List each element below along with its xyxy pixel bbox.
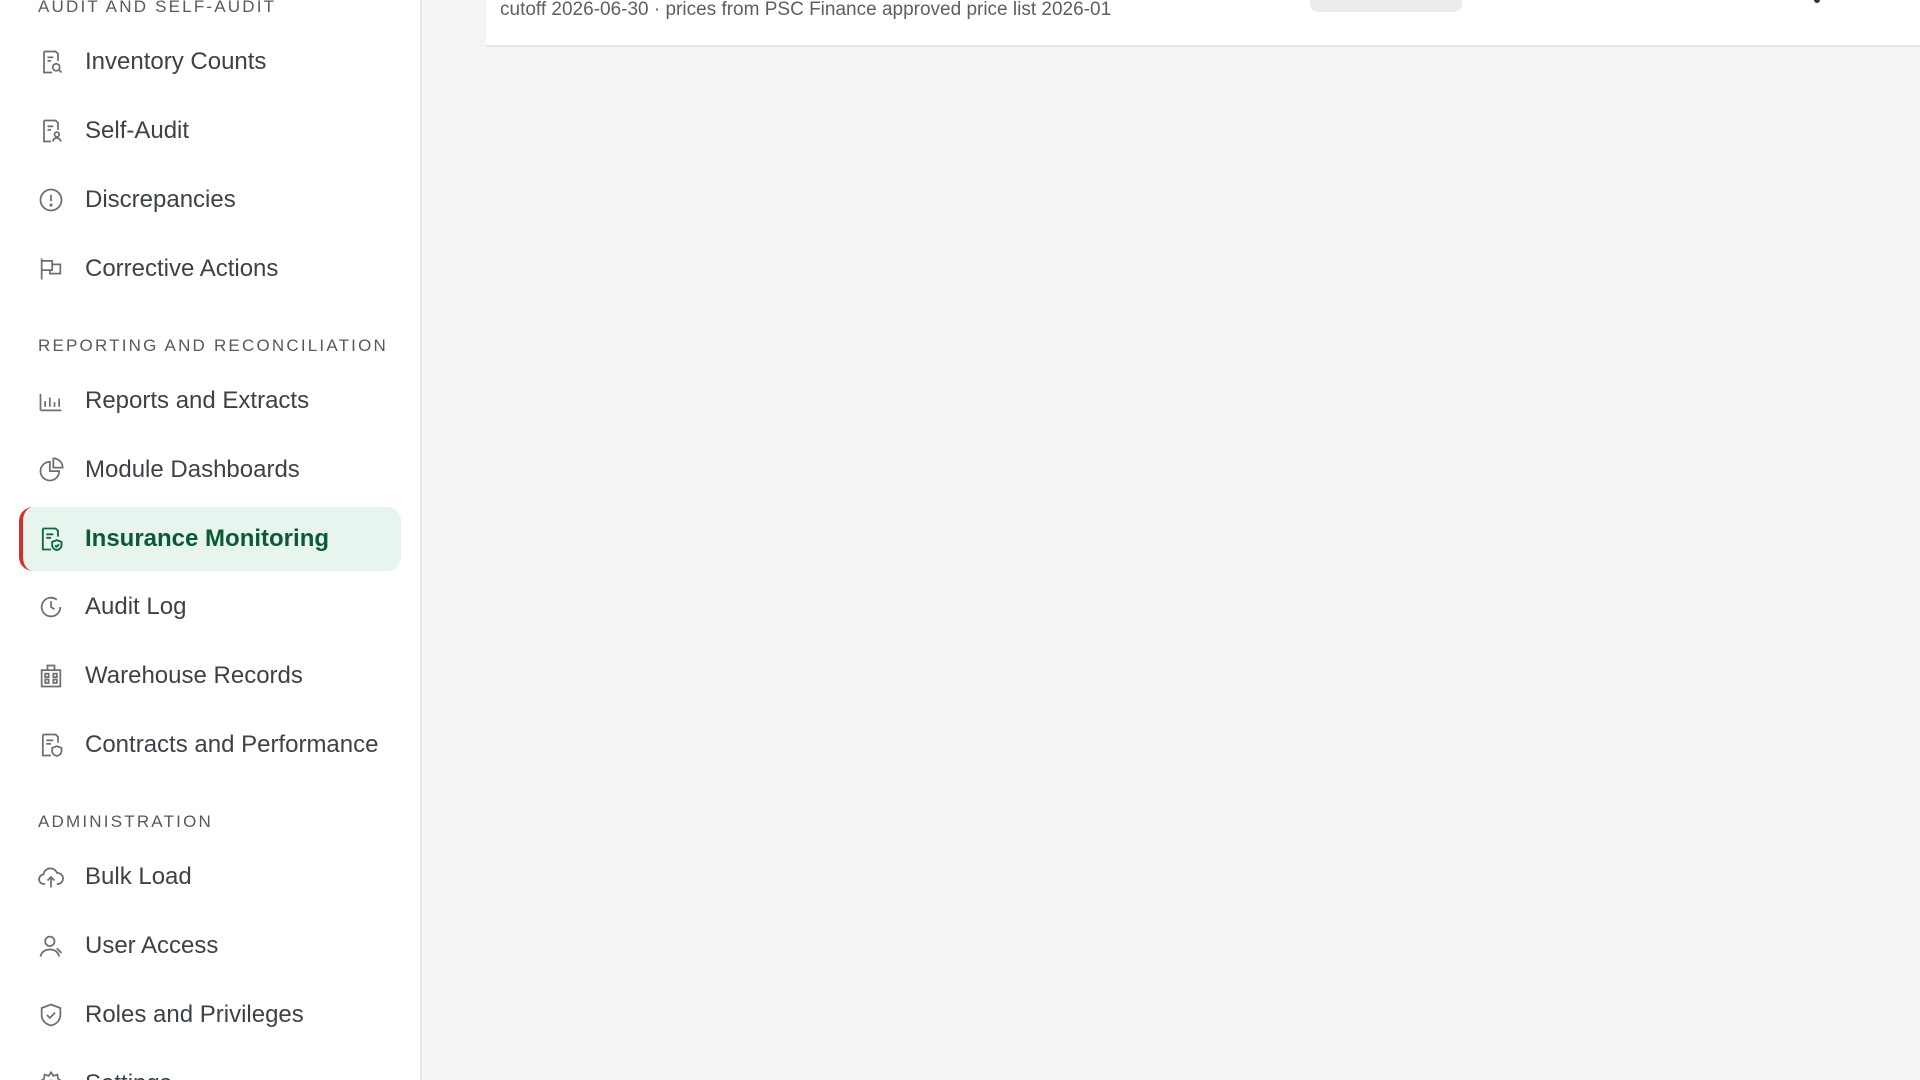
sidebar-item-bulk-load[interactable]: Bulk Load xyxy=(19,845,401,909)
building-icon xyxy=(37,662,65,690)
cloud-upload-icon xyxy=(37,863,65,891)
sidebar-item-inventory-counts[interactable]: Inventory Counts xyxy=(19,30,401,94)
page-header: cutoff 2026-06-30 · prices from PSC Fina… xyxy=(486,0,1920,47)
sidebar-item-settings[interactable]: Settings xyxy=(19,1052,401,1080)
sidebar-item-label: Bulk Load xyxy=(85,863,192,890)
sidebar-item-module-dashboards[interactable]: Module Dashboards xyxy=(19,438,401,502)
bar-chart-icon xyxy=(37,387,65,415)
section-heading-reporting: REPORTING AND RECONCILIATION xyxy=(38,336,389,355)
pie-chart-icon xyxy=(37,456,65,484)
sidebar-item-label: Corrective Actions xyxy=(85,255,279,282)
shield-icon xyxy=(37,1001,65,1029)
sidebar-item-discrepancies[interactable]: Discrepancies xyxy=(19,168,401,232)
history-clock-icon xyxy=(37,593,65,621)
user-icon xyxy=(37,932,65,960)
sidebar-item-label: Insurance Monitoring xyxy=(85,525,330,552)
sidebar: AUDIT AND SELF-AUDIT Inventory Counts Se… xyxy=(0,0,422,1080)
gear-icon xyxy=(37,1070,65,1080)
sidebar-item-self-audit[interactable]: Self-Audit xyxy=(19,99,401,163)
sidebar-item-label: Warehouse Records xyxy=(85,662,303,689)
section-heading-audit: AUDIT AND SELF-AUDIT xyxy=(38,0,277,16)
document-shield-icon xyxy=(37,525,65,553)
page-subtitle: cutoff 2026-06-30 · prices from PSC Fina… xyxy=(500,0,1112,20)
sidebar-item-roles-and-privileges[interactable]: Roles and Privileges xyxy=(19,983,401,1047)
sidebar-item-label: Module Dashboards xyxy=(85,456,300,483)
sidebar-item-label: Self-Audit xyxy=(85,117,190,144)
flag-icon xyxy=(37,255,65,283)
sidebar-item-label: Contracts and Performance xyxy=(85,731,379,758)
main-content: cutoff 2026-06-30 · prices from PSC Fina… xyxy=(422,0,1920,1080)
sidebar-item-label: Discrepancies xyxy=(85,186,236,213)
sidebar-item-label: Settings xyxy=(85,1070,172,1080)
sidebar-item-label: Roles and Privileges xyxy=(85,1001,304,1028)
header-indicator xyxy=(1814,0,1820,3)
inventory-counts-icon xyxy=(37,48,65,76)
sidebar-item-label: Inventory Counts xyxy=(85,48,267,75)
sidebar-item-label: Reports and Extracts xyxy=(85,387,310,414)
contract-shield-icon xyxy=(37,731,65,759)
alert-circle-icon xyxy=(37,186,65,214)
sidebar-item-label: User Access xyxy=(85,932,219,959)
sidebar-item-user-access[interactable]: User Access xyxy=(19,914,401,978)
sidebar-item-warehouse-records[interactable]: Warehouse Records xyxy=(19,644,401,708)
sidebar-item-insurance-monitoring[interactable]: Insurance Monitoring xyxy=(19,507,401,571)
sidebar-item-audit-log[interactable]: Audit Log xyxy=(19,575,401,639)
self-audit-icon xyxy=(37,117,65,145)
sidebar-item-corrective-actions[interactable]: Corrective Actions xyxy=(19,237,401,301)
sidebar-item-contracts-and-performance[interactable]: Contracts and Performance xyxy=(19,713,401,777)
app-window: AUDIT AND SELF-AUDIT Inventory Counts Se… xyxy=(0,0,1920,1080)
sidebar-item-label: Audit Log xyxy=(85,593,187,620)
section-heading-administration: ADMINISTRATION xyxy=(38,812,213,831)
status-badge xyxy=(1310,0,1462,12)
sidebar-item-reports-and-extracts[interactable]: Reports and Extracts xyxy=(19,369,401,433)
